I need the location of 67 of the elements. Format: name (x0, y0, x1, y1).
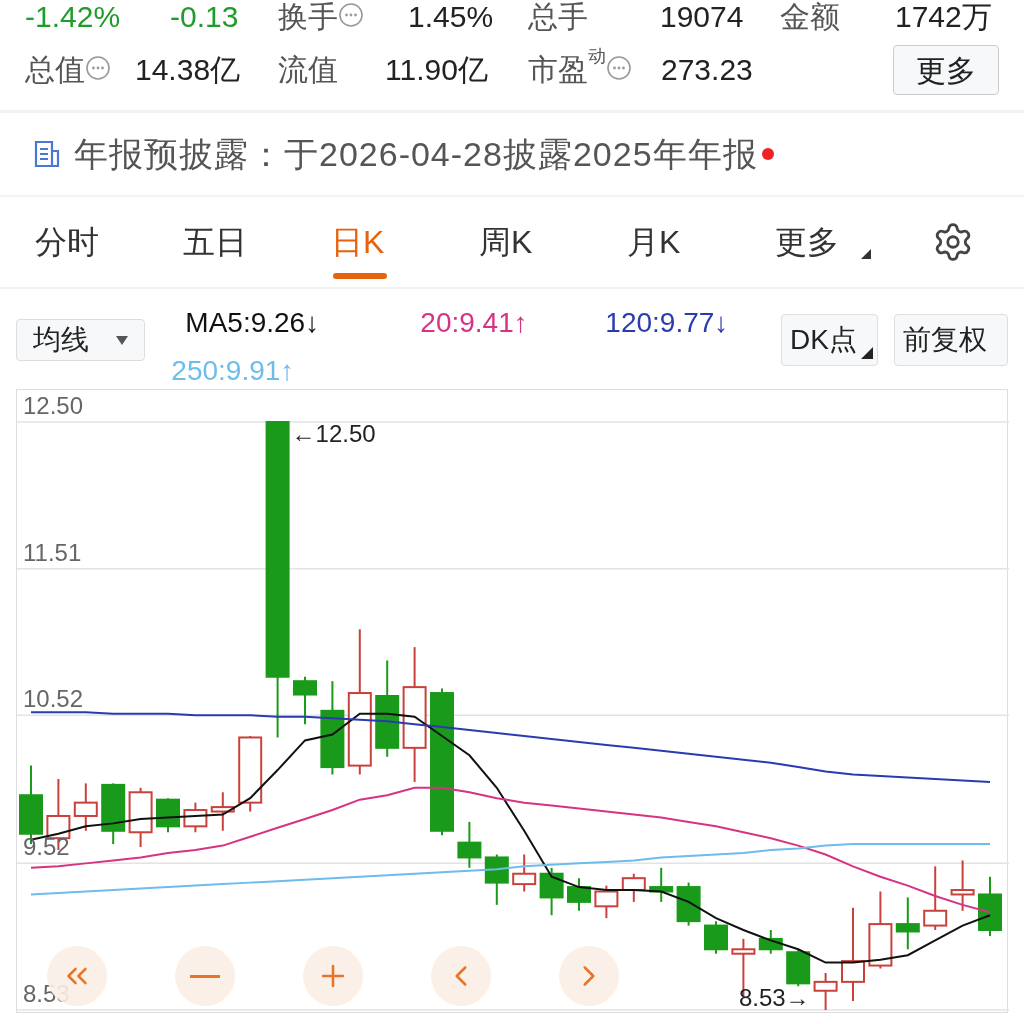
change-amount: -0.13 (170, 2, 240, 32)
rising-candle (128, 786, 153, 849)
minus-icon (190, 974, 220, 978)
falling-candle (567, 877, 591, 912)
moving-average-reading: 250:9.91↑ (171, 354, 296, 388)
chart-period-tab[interactable]: 分时 (35, 197, 183, 287)
more-info-icon[interactable] (85, 55, 111, 81)
chart-period-tab[interactable]: 五日 (183, 197, 331, 287)
y-axis-label: 8.53 (23, 980, 70, 1007)
falling-candle (101, 782, 126, 846)
rising-candle (621, 872, 646, 903)
rising-candle (594, 884, 619, 920)
moving-average-reading: MA5:9.26↓ (185, 306, 321, 340)
rising-candle (73, 782, 98, 832)
chart-period-tab[interactable]: 周K (479, 197, 627, 287)
rising-candle (923, 865, 948, 931)
document-icon (32, 139, 62, 169)
rising-candle (950, 859, 975, 912)
stat-value: 11.90亿 (385, 55, 489, 85)
stat-label: 总值 (25, 55, 85, 85)
price-extreme-label: 8.53→ (738, 984, 810, 1011)
stat-value: 14.38亿 (135, 55, 242, 85)
y-axis-label: 10.52 (23, 685, 84, 713)
stat-label: 市盈 (528, 55, 588, 85)
more-info-icon[interactable] (606, 55, 632, 81)
falling-candle (786, 948, 811, 988)
chart-period-tab[interactable]: 更多 (775, 197, 923, 287)
falling-candle (156, 797, 180, 834)
chart-period-tab[interactable]: 月K (627, 197, 775, 287)
stat-label: 金额 (780, 2, 840, 32)
y-axis-label: 9.52 (23, 833, 70, 861)
y-axis-label: 11.51 (23, 538, 82, 566)
falling-candle (457, 820, 482, 869)
notice-text: 年报预披露：于2026-04-28披露2025年年报 (74, 133, 758, 175)
falling-candle (676, 881, 701, 927)
price-extreme-label: ←12.50 (291, 420, 376, 447)
rising-candle (183, 801, 208, 834)
more-info-icon[interactable] (338, 2, 364, 28)
stat-value: 19074 (660, 2, 745, 32)
selected-tab-underline (333, 273, 387, 279)
stat-label: 总手 (528, 2, 588, 32)
chart-option-button[interactable]: 前复权 (894, 314, 1008, 366)
annual-report-notice[interactable]: 年报预披露：于2026-04-28披露2025年年报 (0, 113, 1024, 195)
stat-label-superscript: 动 (588, 47, 606, 65)
falling-candle (539, 866, 564, 917)
stat-value: 273.23 (661, 55, 754, 85)
falling-candle (758, 929, 783, 955)
more-button[interactable]: 更多 (893, 45, 999, 95)
falling-candle (293, 675, 317, 726)
change-percent: -1.42% (25, 2, 122, 32)
rising-candle (512, 853, 537, 893)
moving-average-reading: 120:9.77↓ (605, 306, 730, 340)
rising-candle (210, 791, 235, 832)
stat-label: 流值 (278, 55, 338, 85)
falling-candle (704, 920, 728, 955)
stat-value: 1742万 (895, 2, 992, 32)
y-axis-label: 12.50 (23, 392, 84, 419)
falling-candle (978, 875, 1002, 937)
stat-value: 1.45% (408, 2, 495, 32)
indicator-dropdown[interactable]: 均线 (16, 319, 146, 361)
falling-candle (484, 853, 509, 906)
stat-label: 换手 (278, 2, 338, 32)
dropdown-triangle-icon (116, 335, 129, 345)
moving-average-reading: 20:9.41↑ (420, 306, 529, 340)
falling-candle (649, 866, 674, 903)
chart-option-button[interactable]: DK点 (781, 314, 878, 366)
falling-candle (895, 896, 920, 951)
